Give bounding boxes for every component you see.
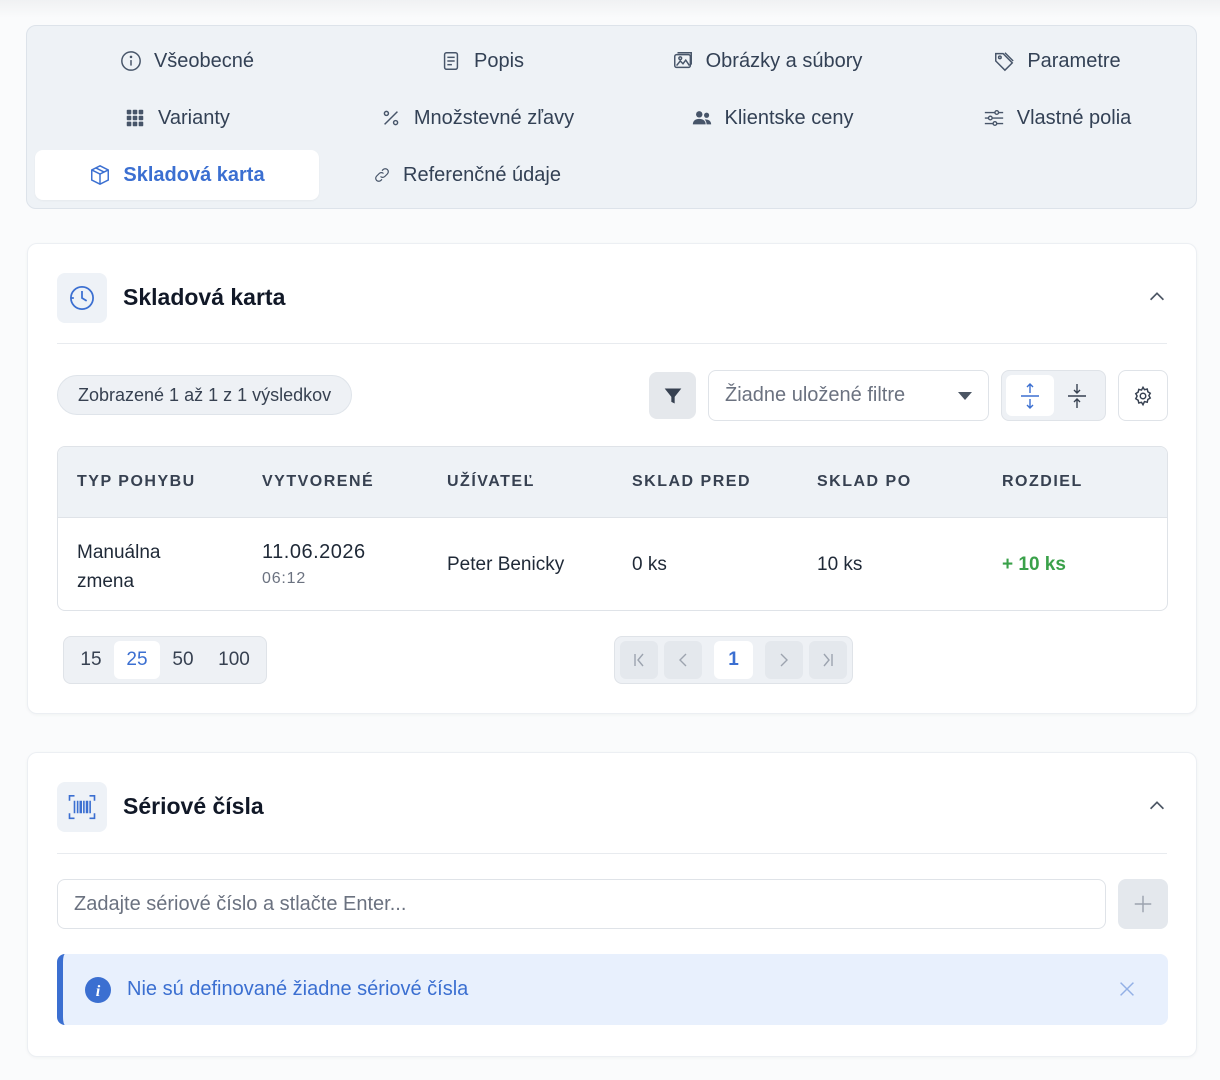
card-title: Skladová karta [123, 284, 286, 310]
page-size-selector: 15 25 50 100 [63, 636, 267, 684]
compact-rows-button[interactable] [1054, 375, 1102, 416]
tab-label: Referenčné údaje [403, 163, 561, 186]
page-size-option[interactable]: 50 [160, 641, 206, 679]
serial-number-input[interactable]: Zadajte sériové číslo a stlačte Enter... [57, 879, 1106, 929]
prev-page-button[interactable] [664, 641, 703, 679]
info-alert: i Nie sú definované žiadne sériové čísla [57, 954, 1168, 1025]
add-serial-button[interactable] [1118, 879, 1168, 929]
tab-label: Skladová karta [123, 163, 265, 186]
serial-numbers-panel: Sériové čísla Zadajte sériové číslo a st… [27, 752, 1197, 1057]
difference-cell: + 10 ks [1002, 554, 1066, 575]
box-icon [91, 165, 110, 185]
stock-movements-table: TYP POHYBU VYTVORENÉ UŽÍVATEĽ SKLAD PRED… [57, 446, 1168, 611]
table-header: TYP POHYBU VYTVORENÉ UŽÍVATEĽ SKLAD PRED… [58, 447, 1167, 518]
created-time: 06:12 [262, 570, 307, 587]
tab-parametre[interactable]: Parametre [957, 36, 1157, 86]
tab-label: Klientske ceny [724, 106, 854, 129]
tab-label: Varianty [158, 106, 230, 129]
column-header[interactable]: VYTVORENÉ [262, 473, 374, 491]
tab-varianty[interactable]: Varianty [97, 93, 257, 143]
column-header[interactable]: SKLAD PRED [632, 473, 751, 491]
tab-referencne-udaje[interactable]: Referenčné údaje [357, 150, 577, 200]
top-shadow [0, 0, 1220, 18]
tab-obrazky[interactable]: Obrázky a súbory [637, 36, 897, 86]
current-page[interactable]: 1 [714, 641, 753, 679]
column-header[interactable]: TYP POHYBU [77, 473, 196, 491]
svg-text:i: i [96, 981, 101, 999]
pagination: 1 [614, 636, 853, 684]
users-icon [692, 111, 711, 125]
saved-filters-select[interactable]: Žiadne uložené filtre [708, 370, 989, 421]
page-size-option[interactable]: 25 [114, 641, 160, 679]
filter-icon [664, 388, 681, 403]
first-page-icon [634, 653, 644, 667]
stock-card-panel: Skladová karta Zobrazené 1 až 1 z 1 výsl… [27, 243, 1197, 714]
filter-button[interactable] [649, 372, 696, 419]
tab-skladova-karta[interactable]: Skladová karta [35, 150, 319, 200]
info-icon: i [85, 976, 111, 1003]
stock-before-cell: 0 ks [632, 554, 667, 575]
chevron-up-icon[interactable] [1146, 795, 1168, 817]
sliders-icon [984, 109, 1003, 127]
tab-label: Obrázky a súbory [705, 49, 863, 72]
movement-type-cell: Manuálna zmena [77, 538, 160, 596]
stock-after-cell: 10 ks [817, 554, 863, 575]
last-page-icon [823, 653, 833, 667]
column-header[interactable]: UŽÍVATEĽ [447, 473, 535, 491]
last-page-button[interactable] [808, 641, 848, 679]
serial-number-placeholder: Zadajte sériové číslo a stlačte Enter... [74, 892, 407, 915]
saved-filters-value: Žiadne uložené filtre [725, 384, 906, 406]
expand-vertical-icon [1020, 382, 1039, 409]
tab-vlastne-polia[interactable]: Vlastné polia [947, 93, 1167, 143]
close-icon[interactable] [1116, 978, 1138, 1000]
tab-vseobecne[interactable]: Všeobecné [87, 36, 287, 86]
next-page-button[interactable] [764, 641, 803, 679]
info-circle-icon [121, 51, 141, 71]
tab-label: Popis [473, 49, 525, 72]
movement-type-line: zmena [77, 571, 135, 592]
clock-icon [57, 273, 107, 323]
tab-label: Všeobecné [153, 49, 255, 72]
density-toggle [1001, 370, 1106, 421]
alert-message: Nie sú definované žiadne sériové čísla [127, 978, 469, 1000]
movement-type-line: Manuálna [77, 542, 161, 563]
column-header[interactable]: ROZDIEL [1002, 473, 1083, 491]
document-icon [443, 52, 459, 70]
chevron-right-icon [780, 653, 788, 667]
tab-label: Množstevné zľavy [413, 106, 575, 129]
caret-down-icon [958, 391, 972, 400]
divider [57, 853, 1167, 854]
grid-icon [126, 109, 144, 127]
link-icon [375, 168, 389, 182]
table-row: Manuálna zmena 11.06.2026 06:12 Peter Be… [58, 518, 1167, 610]
divider [57, 343, 1167, 344]
user-cell: Peter Benicky [447, 554, 565, 575]
plus-icon [1134, 895, 1152, 913]
settings-button[interactable] [1118, 370, 1168, 421]
tag-icon [995, 52, 1014, 72]
tab-klientske-ceny[interactable]: Klientske ceny [657, 93, 887, 143]
percent-icon [383, 110, 399, 126]
chevron-up-icon[interactable] [1146, 286, 1168, 308]
column-header[interactable]: SKLAD PO [817, 473, 912, 491]
compress-vertical-icon [1068, 383, 1087, 408]
tab-popis[interactable]: Popis [397, 36, 567, 86]
tab-label: Parametre [1027, 49, 1121, 72]
card-title: Sériové čísla [123, 793, 264, 819]
tab-mnozstevne-zlavy[interactable]: Množstevné zľavy [347, 93, 607, 143]
expand-rows-button[interactable] [1006, 375, 1054, 416]
barcode-icon [57, 782, 107, 832]
chevron-left-icon [679, 653, 687, 667]
gear-icon [1134, 385, 1152, 406]
page-size-option[interactable]: 15 [68, 641, 114, 679]
created-date: 11.06.2026 [262, 541, 366, 563]
tabs-panel: Všeobecné Popis Obrázky a súbory Paramet… [26, 25, 1197, 209]
images-icon [673, 52, 692, 69]
page-size-option[interactable]: 100 [206, 641, 262, 679]
first-page-button[interactable] [620, 641, 659, 679]
results-count-badge: Zobrazené 1 až 1 z 1 výsledkov [57, 375, 353, 415]
tab-label: Vlastné polia [1016, 106, 1132, 129]
